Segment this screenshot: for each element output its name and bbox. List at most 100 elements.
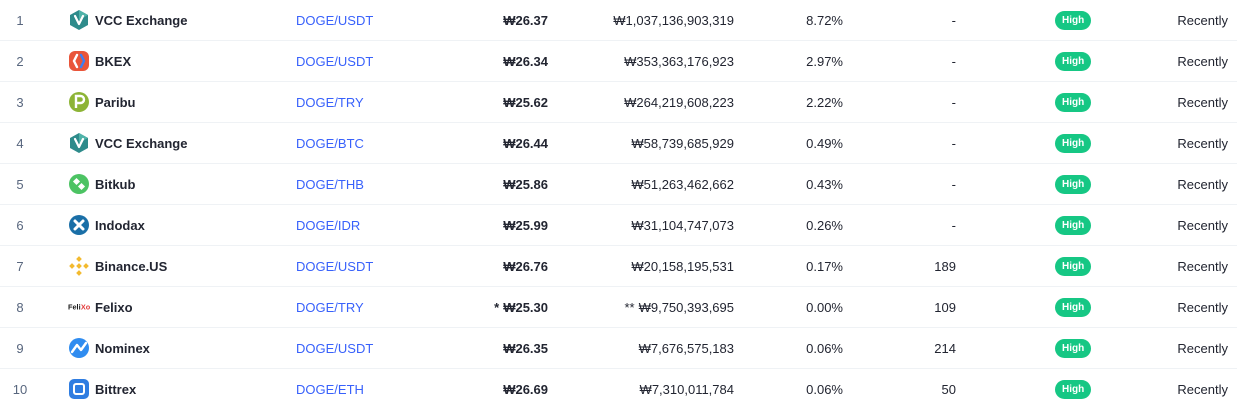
confidence-badge[interactable]: High (1055, 256, 1092, 276)
volume-cell: ₩20,158,195,531 (560, 246, 734, 286)
rank: 3 (16, 94, 24, 110)
updated: Recently (1177, 94, 1228, 110)
confidence-badge[interactable]: High (1055, 379, 1092, 399)
confidence-badge[interactable]: High (1055, 297, 1092, 317)
volume-cell: ₩58,739,685,929 (560, 123, 734, 163)
exchange-cell[interactable]: Indodax (68, 205, 145, 245)
pair-link[interactable]: DOGE/IDR (296, 205, 360, 245)
updated: Recently (1177, 381, 1228, 397)
volume-percent: 0.49% (806, 135, 843, 151)
rank: 9 (16, 340, 24, 356)
price-cell: * ₩25.30 (400, 287, 548, 327)
volume: ₩264,219,608,223 (624, 94, 734, 110)
pair-link[interactable]: DOGE/ETH (296, 369, 364, 409)
exchange-cell[interactable]: VCC Exchange (68, 0, 187, 40)
exchange-name[interactable]: VCC Exchange (95, 136, 187, 151)
exchange-cell[interactable]: BKEX (68, 41, 131, 81)
table-row[interactable]: 1 VCC Exchange DOGE/USDT ₩26.37 ₩1,037,136,9… (0, 0, 1237, 41)
confidence-badge[interactable]: High (1055, 338, 1092, 358)
table-row[interactable]: 4 VCC Exchange DOGE/BTC ₩26.44 ₩58,739,685,9… (0, 123, 1237, 164)
price-cell: ₩26.37 (400, 0, 548, 40)
updated: Recently (1177, 217, 1228, 233)
price-cell: ₩25.86 (400, 164, 548, 204)
price-cell: ₩26.44 (400, 123, 548, 163)
table-row[interactable]: 2 BKEX DOGE/USDT ₩26.34 ₩353,363,176,923 2.97… (0, 41, 1237, 82)
table-row[interactable]: 5 Bitkub DOGE/THB ₩25.86 ₩51,263,462,662 0.43… (0, 164, 1237, 205)
confidence-cell: High (1055, 164, 1092, 204)
volume-percent: 2.97% (806, 53, 843, 69)
exchange-cell[interactable]: VCC Exchange (68, 123, 187, 163)
exchange-name[interactable]: Felixo (95, 300, 133, 315)
volume: ₩20,158,195,531 (631, 258, 734, 274)
confidence-cell: High (1055, 287, 1092, 327)
confidence-badge[interactable]: High (1055, 133, 1092, 153)
price-cell: ₩25.62 (400, 82, 548, 122)
price: ₩25.30 (503, 299, 548, 315)
table-row[interactable]: 9 Nominex DOGE/USDT ₩26.35 ₩7,676,575,183 0.0… (0, 328, 1237, 369)
exchange-name[interactable]: Bitkub (95, 177, 135, 192)
volume-percent: 8.72% (806, 12, 843, 28)
volume-note-marker: ** (624, 299, 635, 315)
volume-cell: ₩51,263,462,662 (560, 164, 734, 204)
table-row[interactable]: 7 Binance.US DOGE/USDT ₩26.76 ₩20,158,195,53… (0, 246, 1237, 287)
liquidity: 214 (934, 340, 956, 356)
volume-percent: 0.17% (806, 258, 843, 274)
liquidity: - (951, 217, 956, 233)
confidence-cell: High (1055, 0, 1092, 40)
confidence-badge[interactable]: High (1055, 215, 1092, 235)
rank: 10 (12, 381, 28, 397)
exchange-cell[interactable]: Paribu (68, 82, 135, 122)
volume-cell: ₩264,219,608,223 (560, 82, 734, 122)
table-row[interactable]: 8 Feli Xo Felixo DOGE/TRY * ₩25.30 ** ₩9,750,393… (0, 287, 1237, 328)
table-row[interactable]: 6 Indodax DOGE/IDR ₩25.99 ₩31,104,747,073 0.2… (0, 205, 1237, 246)
exchange-cell[interactable]: Bittrex (68, 369, 136, 409)
volume-cell: ₩7,310,011,784 (560, 369, 734, 409)
confidence-badge[interactable]: High (1055, 51, 1092, 71)
confidence-badge[interactable]: High (1055, 92, 1092, 112)
volume-percent: 0.00% (806, 299, 843, 315)
rank: 2 (16, 53, 24, 69)
pair-link[interactable]: DOGE/USDT (296, 246, 373, 286)
pair-link[interactable]: DOGE/USDT (296, 328, 373, 368)
volume: ₩353,363,176,923 (624, 53, 734, 69)
pair-link[interactable]: DOGE/TRY (296, 82, 364, 122)
price-note-marker: * (494, 299, 500, 315)
pair-link[interactable]: DOGE/TRY (296, 287, 364, 327)
exchange-cell[interactable]: Binance.US (68, 246, 167, 286)
table-row[interactable]: 3 Paribu DOGE/TRY ₩25.62 ₩264,219,608,223 2.2… (0, 82, 1237, 123)
confidence-cell: High (1055, 246, 1092, 286)
table-row[interactable]: 10 Bittrex DOGE/ETH ₩26.69 ₩7,310,011,784 0.0… (0, 369, 1237, 408)
pair-link[interactable]: DOGE/THB (296, 164, 364, 204)
exchange-cell[interactable]: Nominex (68, 328, 150, 368)
price-cell: ₩26.69 (400, 369, 548, 409)
exchange-name[interactable]: BKEX (95, 54, 131, 69)
volume-percent: 0.06% (806, 340, 843, 356)
rank: 1 (16, 12, 24, 28)
liquidity: 189 (934, 258, 956, 274)
pair-link[interactable]: DOGE/USDT (296, 0, 373, 40)
pair-link[interactable]: DOGE/USDT (296, 41, 373, 81)
rank: 5 (16, 176, 24, 192)
indodax-icon (68, 214, 90, 236)
price-cell: ₩25.99 (400, 205, 548, 245)
confidence-badge[interactable]: High (1055, 174, 1092, 194)
liquidity: 50 (941, 381, 956, 397)
updated: Recently (1177, 53, 1228, 69)
volume: ₩7,676,575,183 (638, 340, 734, 356)
exchange-name[interactable]: VCC Exchange (95, 13, 187, 28)
price: ₩26.76 (503, 258, 548, 274)
markets-table: 1 VCC Exchange DOGE/USDT ₩26.37 ₩1,037,136,9… (0, 0, 1237, 408)
exchange-cell[interactable]: Bitkub (68, 164, 135, 204)
exchange-cell[interactable]: Feli Xo Felixo (68, 287, 133, 327)
volume-cell: ₩7,676,575,183 (560, 328, 734, 368)
rank: 6 (16, 217, 24, 233)
exchange-name[interactable]: Indodax (95, 218, 145, 233)
exchange-name[interactable]: Nominex (95, 341, 150, 356)
confidence-badge[interactable]: High (1055, 10, 1092, 30)
exchange-name[interactable]: Paribu (95, 95, 135, 110)
exchange-name[interactable]: Binance.US (95, 259, 167, 274)
price-cell: ₩26.76 (400, 246, 548, 286)
exchange-name[interactable]: Bittrex (95, 382, 136, 397)
liquidity: - (951, 176, 956, 192)
pair-link[interactable]: DOGE/BTC (296, 123, 364, 163)
